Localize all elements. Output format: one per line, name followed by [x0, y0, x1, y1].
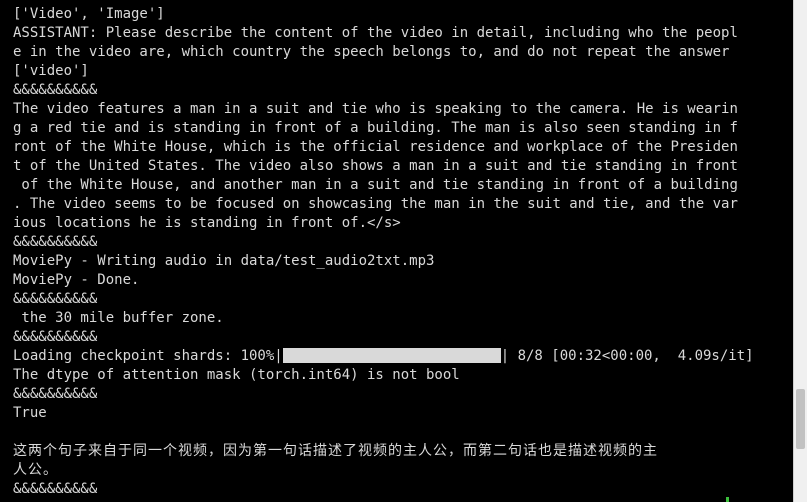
terminal-line: e in the video are, which country the sp…	[13, 44, 730, 60]
terminal-window[interactable]: ['Video', 'Image'] ASSISTANT: Please desc…	[0, 0, 807, 502]
terminal-line: MoviePy - Done.	[13, 272, 140, 288]
terminal-output: ['Video', 'Image'] ASSISTANT: Please desc…	[13, 5, 807, 347]
terminal-line: &&&&&&&&&&	[13, 329, 98, 345]
terminal-line: &&&&&&&&&&	[13, 386, 98, 402]
terminal-line: ['Video', 'Image']	[13, 6, 165, 22]
progress-bar	[282, 348, 501, 363]
terminal-line: The dtype of attention mask (torch.int64…	[13, 367, 460, 383]
terminal-line: &&&&&&&&&&	[13, 291, 98, 307]
terminal-line: . The video seems to be focused on showc…	[13, 196, 738, 212]
terminal-line: the 30 mile buffer zone.	[13, 310, 224, 326]
progress-line: Loading checkpoint shards: 100%| | 8/8 [0…	[13, 347, 803, 366]
terminal-line: 人公。	[13, 462, 58, 478]
terminal-line: &&&&&&&&&&	[13, 82, 98, 98]
progress-prefix: Loading checkpoint shards: 100%|	[13, 348, 283, 364]
terminal-line: &&&&&&&&&&	[13, 234, 98, 250]
terminal-line: of the White House, and another man in a…	[13, 177, 738, 193]
terminal-line: The video features a man in a suit and t…	[13, 101, 738, 117]
terminal-line: 这两个句子来自于同一个视频，因为第一句话描述了视频的主人公，而第二句话也是描述视…	[13, 443, 658, 459]
terminal-line: MoviePy - Writing audio in data/test_aud…	[13, 253, 435, 269]
terminal-line: &&&&&&&&&&	[13, 481, 98, 497]
terminal-line: ront of the White House, which is the of…	[13, 139, 738, 155]
terminal-line: ['video']	[13, 63, 89, 79]
terminal-line: g a red tie and is standing in front of …	[13, 120, 738, 136]
scrollbar-thumb[interactable]	[796, 389, 805, 449]
terminal-line: True	[13, 405, 47, 421]
terminal-line: ASSISTANT: Please describe the content o…	[13, 25, 738, 41]
progress-suffix: | 8/8 [00:32<00:00, 4.09s/it]	[500, 348, 754, 364]
vertical-scrollbar[interactable]	[793, 0, 807, 502]
terminal-output-after: The dtype of attention mask (torch.int64…	[13, 366, 807, 499]
cursor-indicator	[726, 497, 729, 502]
terminal-line: ious locations he is standing in front o…	[13, 215, 401, 231]
terminal-line: t of the United States. The video also s…	[13, 158, 738, 174]
